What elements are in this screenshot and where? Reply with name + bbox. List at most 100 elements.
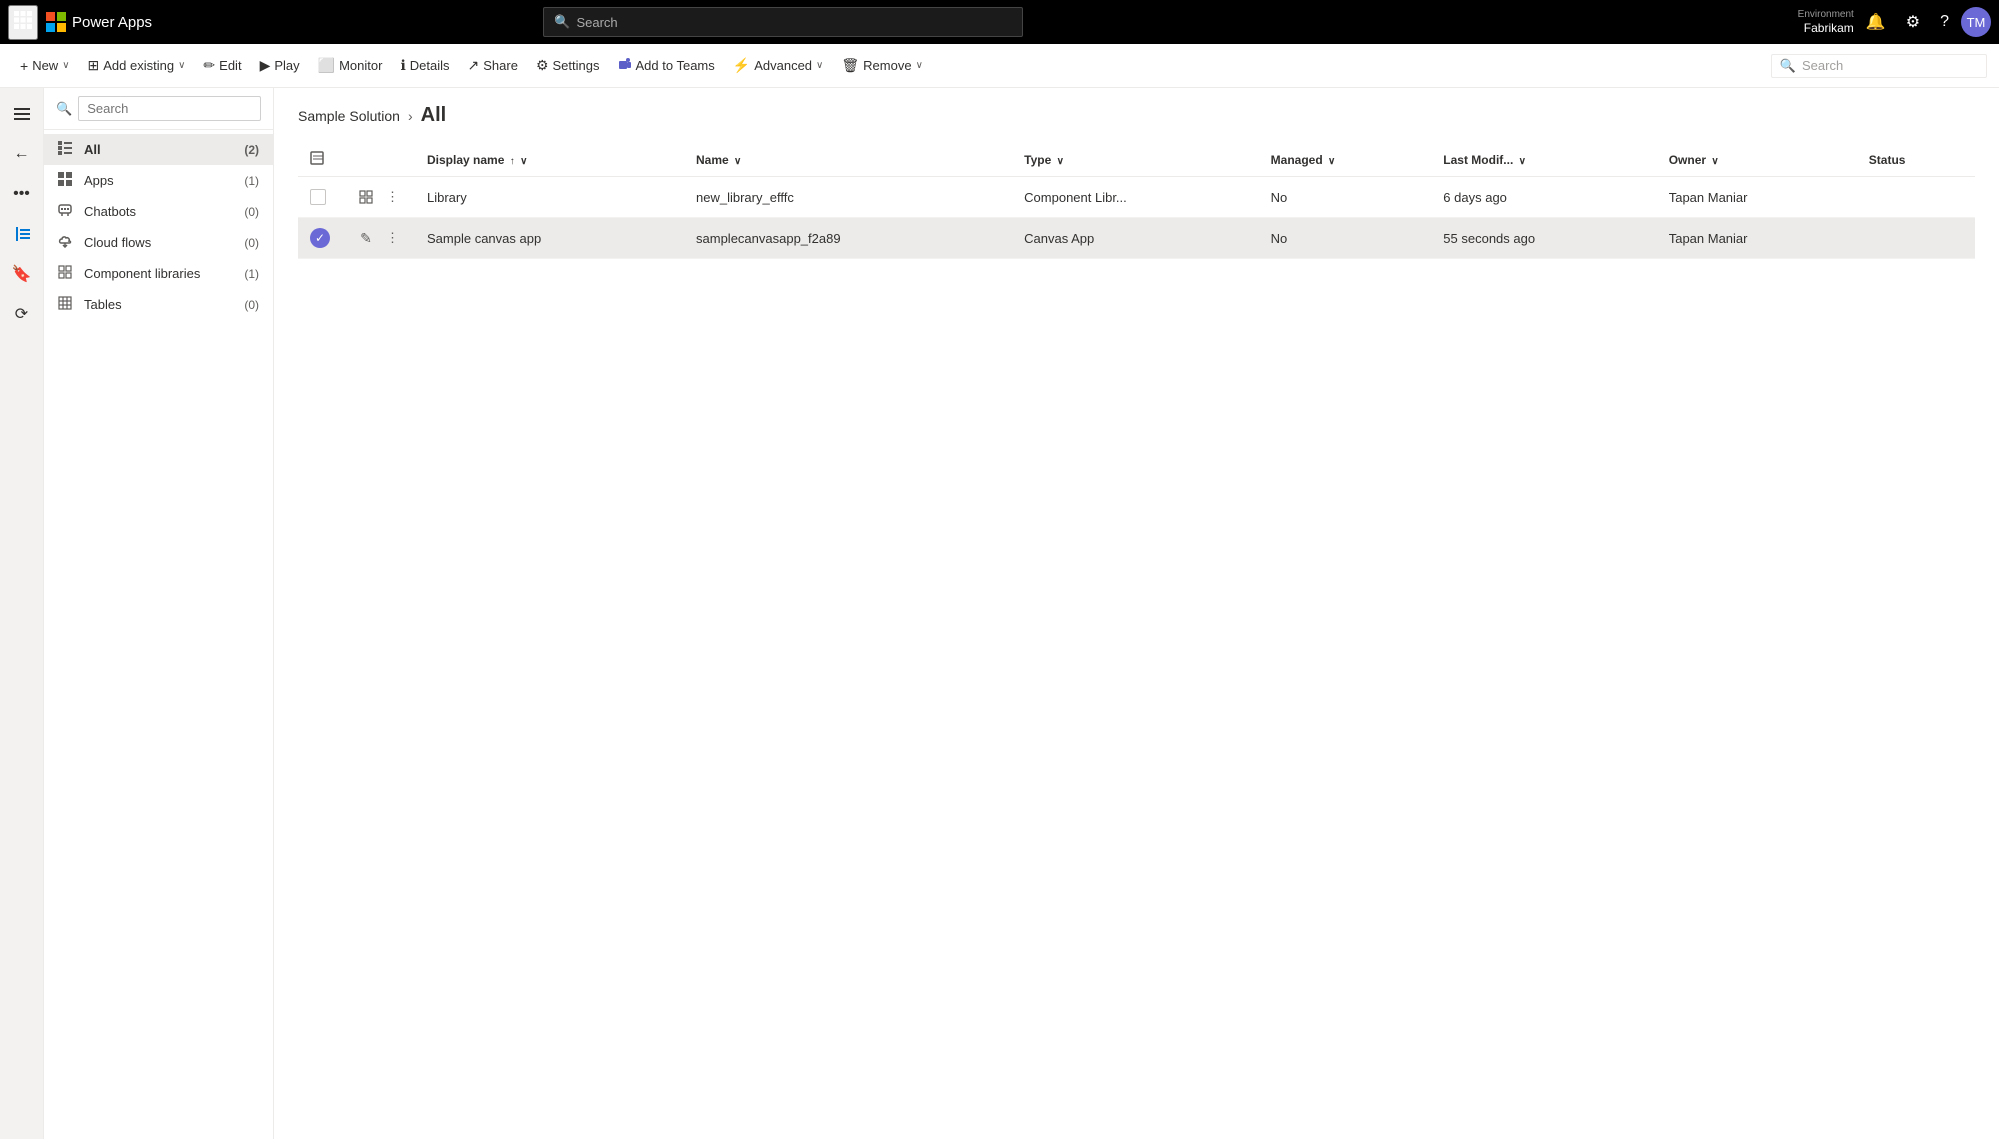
share-button[interactable]: ↗ Share [460,52,526,79]
add-existing-icon: ⊞ [88,57,100,74]
row-type: Canvas App [1012,218,1259,259]
monitor-button[interactable]: ⬜ Monitor [310,52,391,79]
sort-asc-icon: ↑ [510,156,515,167]
remove-button[interactable]: 🗑 Remove ∨ [833,52,931,79]
content-search-icon: 🔍 [1780,58,1796,74]
th-type[interactable]: Type ∨ [1012,143,1259,177]
advanced-lightning-icon: ⚡ [733,57,750,74]
play-triangle-icon: ▶ [260,57,271,74]
rail-list-button[interactable] [4,216,40,252]
content-area: Sample Solution › All Display [274,88,1999,1139]
apps-grid-icon [58,172,76,189]
global-search-input[interactable] [576,15,1012,30]
row-owner: Tapan Maniar [1657,218,1857,259]
row-more-icon[interactable]: ⋮ [382,187,403,207]
row-managed: No [1259,218,1432,259]
th-owner[interactable]: Owner ∨ [1657,143,1857,177]
th-managed[interactable]: Managed ∨ [1259,143,1432,177]
new-button[interactable]: + New ∨ [12,53,78,79]
app-brand: Power Apps [72,14,152,31]
row-type: Component Libr... [1012,177,1259,218]
remove-trash-icon: 🗑 [841,57,859,74]
rail-more-button[interactable]: ••• [4,176,40,212]
sort-chevron-owner-icon: ∨ [1711,156,1718,167]
add-to-teams-button[interactable]: Add to Teams [610,52,723,79]
sidebar-item-all[interactable]: All (2) [44,134,273,165]
th-status: Status [1857,143,1975,177]
row-status [1857,218,1975,259]
monitor-icon: ⬜ [318,57,335,74]
th-last-modified[interactable]: Last Modif... ∨ [1431,143,1656,177]
command-bar: + New ∨ ⊞ Add existing ∨ ✏ Edit ▶ Play ⬜… [0,44,1999,88]
sidebar: 🔍 All (2) [44,88,274,1139]
sort-chevron-managed-icon: ∨ [1328,156,1335,167]
row-check-selected[interactable]: ✓ [310,228,330,248]
chatbots-icon [58,203,76,220]
th-select[interactable] [298,143,342,177]
rail-back-button[interactable]: ← [4,136,40,172]
sort-chevron-last-modified-icon: ∨ [1519,156,1526,167]
component-libraries-icon [58,265,76,282]
sort-chevron-display-name-icon: ∨ [520,156,527,167]
avatar[interactable]: TM [1961,7,1991,37]
sidebar-item-component-libraries[interactable]: Component libraries (1) [44,258,273,289]
th-display-name[interactable]: Display name ↑ ∨ [415,143,684,177]
notification-button[interactable]: 🔔 [1858,8,1894,36]
topbar-logo: Power Apps [46,12,152,32]
row-status [1857,177,1975,218]
details-button[interactable]: ℹ Details [392,52,457,79]
tables-icon [58,296,76,313]
table-header-row: Display name ↑ ∨ Name ∨ Type ∨ Managed [298,143,1975,177]
details-info-icon: ℹ [400,57,405,74]
rail-bookmark-button[interactable]: 🔖 [4,256,40,292]
rail-menu-button[interactable] [4,96,40,132]
sort-chevron-type-icon: ∨ [1057,156,1064,167]
advanced-button[interactable]: ⚡ Advanced ∨ [725,52,832,79]
settings-button[interactable]: ⚙ [1898,8,1928,36]
play-button[interactable]: ▶ Play [252,52,308,79]
icon-rail: ← ••• 🔖 ⟳ [0,88,44,1139]
share-icon: ↗ [468,57,480,74]
advanced-chevron-icon: ∨ [816,60,823,71]
table-row[interactable]: ✓ ✎ ⋮ Sample canvas appsamplecanvasapp_f… [298,218,1975,259]
row-name: samplecanvasapp_f2a89 [684,218,1012,259]
settings-cmd-button[interactable]: ⚙ Settings [528,52,608,79]
row-edit-icon[interactable]: ✎ [354,226,378,250]
breadcrumb-parent[interactable]: Sample Solution [298,108,400,124]
sidebar-item-tables[interactable]: Tables (0) [44,289,273,320]
th-name[interactable]: Name ∨ [684,143,1012,177]
add-existing-button[interactable]: ⊞ Add existing ∨ [80,52,194,79]
topbar-right-controls: Environment Fabrikam 🔔 ⚙ ? TM [1798,7,1991,37]
row-managed: No [1259,177,1432,218]
sidebar-search-icon: 🔍 [56,101,72,117]
sidebar-item-chatbots[interactable]: Chatbots (0) [44,196,273,227]
remove-chevron-icon: ∨ [916,60,923,71]
th-row-icons [342,143,415,177]
sidebar-item-cloud-flows[interactable]: Cloud flows (0) [44,227,273,258]
cloud-flows-icon [58,234,76,251]
row-icons: ⋮ [354,185,403,209]
help-button[interactable]: ? [1932,9,1957,35]
row-checkbox[interactable] [310,189,326,205]
row-name: new_library_efffc [684,177,1012,218]
content-search-input[interactable] [1802,58,1978,73]
sidebar-item-apps[interactable]: Apps (1) [44,165,273,196]
row-more-icon[interactable]: ⋮ [382,228,403,248]
environment-selector[interactable]: Environment Fabrikam [1798,8,1854,37]
row-type-icon [354,185,378,209]
global-search-box[interactable]: 🔍 [543,7,1023,37]
waffle-menu-button[interactable] [8,5,38,40]
row-display-name: Sample canvas app [415,218,684,259]
topbar: Power Apps 🔍 Environment Fabrikam 🔔 ⚙ ? … [0,0,1999,44]
row-display-name: Library [415,177,684,218]
microsoft-logo-icon [46,12,66,32]
edit-button[interactable]: ✏ Edit [195,52,249,79]
new-plus-icon: + [20,58,28,74]
edit-pencil-icon: ✏ [203,57,215,74]
teams-icon [618,57,632,74]
breadcrumb: Sample Solution › All [298,104,1975,127]
table-row[interactable]: ⋮ Librarynew_library_efffcComponent Libr… [298,177,1975,218]
sidebar-search-input[interactable] [78,96,261,121]
rail-history-button[interactable]: ⟳ [4,296,40,332]
content-search-box[interactable]: 🔍 [1771,54,1987,78]
